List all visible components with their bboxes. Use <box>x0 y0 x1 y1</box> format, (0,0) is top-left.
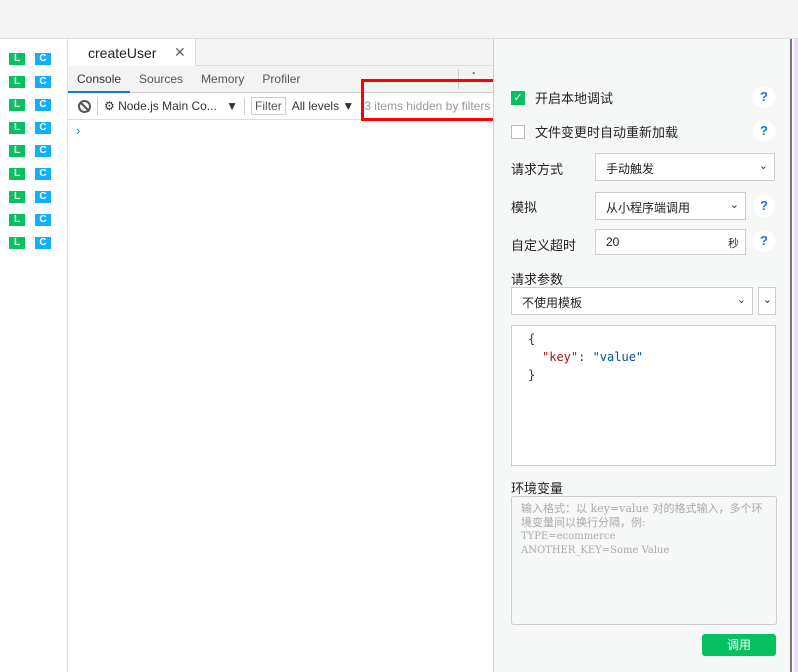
help-icon[interactable]: ? <box>753 195 775 217</box>
request-mode-select[interactable]: 手动触发 ⌄ <box>595 153 775 181</box>
local-badge[interactable]: L <box>9 237 25 249</box>
highlight-box <box>361 79 513 121</box>
help-icon[interactable]: ? <box>753 120 775 142</box>
function-list: LCLCLCLCLCLCLCLCLC <box>0 39 68 672</box>
function-item[interactable]: LC <box>9 168 51 180</box>
console-prompt[interactable]: › <box>76 123 80 138</box>
request-mode-label: 请求方式 <box>511 162 564 177</box>
debug-panel: ✓ 开启本地调试 ? 文件变更时自动重新加载 ? 请求方式 手动触发 ⌄ 模拟 从小… <box>494 39 792 672</box>
timeout-label: 自定义超时 <box>511 238 577 253</box>
tab-console[interactable]: Console <box>68 66 131 93</box>
auto-reload-label: 文件变更时自动重新加载 <box>535 125 679 140</box>
json-brace: } <box>528 368 536 382</box>
local-debug-checkbox[interactable]: ✓ <box>511 90 525 105</box>
local-badge[interactable]: L <box>9 214 25 226</box>
env-placeholder: ANOTHER_KEY=Some Value <box>521 545 670 556</box>
function-item[interactable]: LC <box>9 214 51 226</box>
params-editor[interactable]: { "key": "value" } <box>511 325 776 466</box>
call-button[interactable]: 调用 <box>702 634 776 656</box>
cloud-badge[interactable]: C <box>35 122 51 134</box>
help-icon[interactable]: ? <box>753 230 775 252</box>
chevron-down-icon: ⌄ <box>729 199 739 211</box>
cloud-badge[interactable]: C <box>35 237 51 249</box>
simulate-select[interactable]: 从小程序端调用 ⌄ <box>595 192 746 220</box>
simulate-value: 从小程序端调用 <box>606 201 691 215</box>
cloud-badge[interactable]: C <box>35 99 51 111</box>
close-icon[interactable]: ✕ <box>174 44 186 61</box>
cloud-badge[interactable]: C <box>35 76 51 88</box>
clear-console-icon[interactable] <box>78 99 91 113</box>
edge-strip <box>794 39 798 672</box>
tab-memory[interactable]: Memory <box>192 66 253 93</box>
file-tabs: createUser ✕ <box>68 39 493 67</box>
local-debug-label: 开启本地调试 <box>535 91 614 106</box>
function-item[interactable]: LC <box>9 99 51 111</box>
chevron-down-icon: ⌄ <box>762 294 772 306</box>
json-brace: { <box>528 332 536 346</box>
params-label: 请求参数 <box>511 272 564 287</box>
tab-sources[interactable]: Sources <box>130 66 192 93</box>
cloud-badge[interactable]: C <box>35 214 51 226</box>
function-item[interactable]: LC <box>9 191 51 203</box>
tab-profiler[interactable]: Profiler <box>253 66 309 93</box>
title-bar <box>0 0 798 39</box>
cloud-badge[interactable]: C <box>35 191 51 203</box>
timeout-input[interactable]: 20 秒 <box>595 229 746 255</box>
tab-createuser[interactable]: createUser ✕ <box>68 39 196 67</box>
timeout-value: 20 <box>606 235 620 249</box>
local-badge[interactable]: L <box>9 99 25 111</box>
json-colon: : <box>578 350 593 364</box>
auto-reload-checkbox[interactable] <box>511 124 525 139</box>
function-item[interactable]: LC <box>9 237 51 249</box>
local-badge[interactable]: L <box>9 122 25 134</box>
local-badge[interactable]: L <box>9 53 25 65</box>
env-placeholder: 输入格式：以 key=value 对的格式输入，多个环境变量间以换行分隔，例: <box>521 502 763 529</box>
function-item[interactable]: LC <box>9 76 51 88</box>
levels-select[interactable]: All levels ▼ <box>292 99 355 113</box>
help-icon[interactable]: ? <box>753 86 775 108</box>
env-label: 环境变量 <box>511 481 564 496</box>
context-select[interactable]: ⚙ Node.js Main Co... ▼ <box>104 99 238 113</box>
cloud-badge[interactable]: C <box>35 168 51 180</box>
chevron-down-icon: ⌄ <box>736 294 746 306</box>
timeout-unit: 秒 <box>728 238 739 250</box>
local-badge[interactable]: L <box>9 145 25 157</box>
function-item[interactable]: LC <box>9 53 51 65</box>
local-badge[interactable]: L <box>9 168 25 180</box>
filter-input[interactable]: Filter <box>251 97 286 115</box>
local-badge[interactable]: L <box>9 191 25 203</box>
json-key: "key" <box>542 350 579 364</box>
cloud-badge[interactable]: C <box>35 53 51 65</box>
function-item[interactable]: LC <box>9 122 51 134</box>
dropdown-icon: ▼ <box>226 99 239 113</box>
env-textarea[interactable]: 输入格式：以 key=value 对的格式输入，多个环境变量间以换行分隔，例: T… <box>511 496 777 625</box>
simulate-label: 模拟 <box>511 200 538 215</box>
env-placeholder: TYPE=ecommerce <box>521 531 616 542</box>
tab-label: createUser <box>88 45 157 61</box>
json-value: "value" <box>592 350 644 364</box>
local-badge[interactable]: L <box>9 76 25 88</box>
request-mode-value: 手动触发 <box>606 162 655 176</box>
template-value: 不使用模板 <box>522 296 583 310</box>
template-select[interactable]: 不使用模板 ⌄ <box>511 287 753 315</box>
function-item[interactable]: LC <box>9 145 51 157</box>
context-label: Node.js Main Co... <box>118 99 217 113</box>
chevron-down-icon: ⌄ <box>758 160 768 172</box>
levels-label: All levels <box>291 99 340 113</box>
cloud-badge[interactable]: C <box>35 145 51 157</box>
template-menu-button[interactable]: ⌄ <box>758 287 776 315</box>
